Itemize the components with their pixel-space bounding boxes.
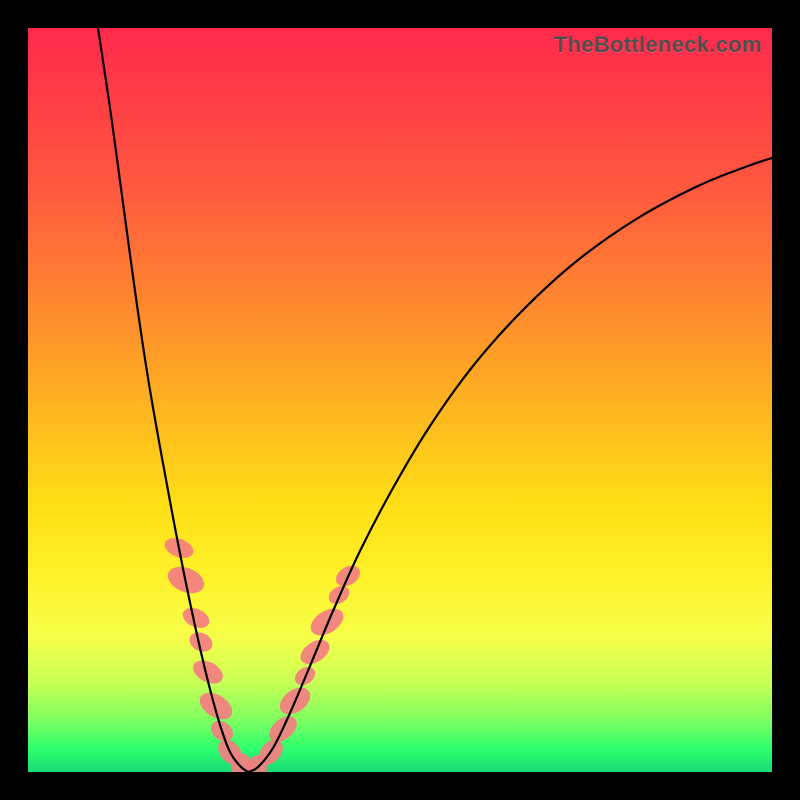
chart-svg: [28, 28, 772, 772]
chart-plot-area: TheBottleneck.com: [28, 28, 772, 772]
data-marker: [195, 687, 237, 725]
data-marker: [306, 603, 348, 641]
curve-left: [98, 28, 248, 772]
chart-frame: TheBottleneck.com: [0, 0, 800, 800]
curve-right: [248, 158, 772, 772]
